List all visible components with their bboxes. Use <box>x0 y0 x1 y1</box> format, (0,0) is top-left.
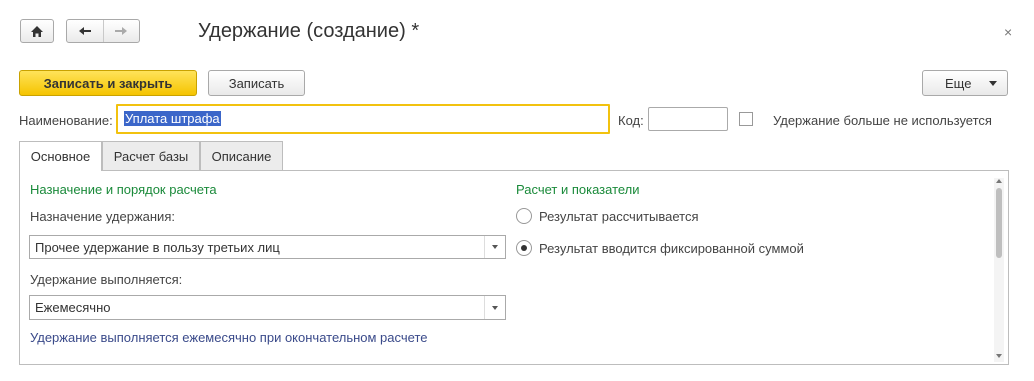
scroll-down-arrow[interactable] <box>996 354 1002 358</box>
arrow-left-icon <box>78 27 91 35</box>
save-button[interactable]: Записать <box>208 70 305 96</box>
name-input[interactable]: Уплата штрафа <box>116 104 610 134</box>
tab-description-label: Описание <box>211 148 272 164</box>
tab-description[interactable]: Описание <box>200 141 283 170</box>
tab-base-calculation[interactable]: Расчет базы <box>102 141 200 170</box>
chevron-down-icon <box>989 80 997 86</box>
radio-option-calculated[interactable]: Результат рассчитывается <box>516 208 699 224</box>
purpose-value: Прочее удержание в пользу третьих лиц <box>35 239 280 255</box>
period-value: Ежемесячно <box>35 300 111 315</box>
purpose-select[interactable]: Прочее удержание в пользу третьих лиц <box>29 235 506 259</box>
right-section-title: Расчет и показатели <box>516 182 640 197</box>
tab-main[interactable]: Основное <box>19 141 102 171</box>
scrollbar-thumb[interactable] <box>996 188 1002 258</box>
code-input[interactable] <box>648 107 728 131</box>
name-value: Уплата штрафа <box>124 111 221 126</box>
more-button[interactable]: Еще <box>922 70 1008 96</box>
info-text: Удержание выполняется ежемесячно при око… <box>30 330 428 345</box>
window-title: Удержание (создание) * <box>198 20 420 42</box>
nav-group <box>66 19 140 43</box>
arrow-right-icon <box>115 27 128 35</box>
radio-button[interactable] <box>516 240 532 256</box>
home-icon <box>31 25 43 37</box>
period-dropdown-button[interactable] <box>484 296 505 319</box>
unused-checkbox[interactable] <box>739 112 753 126</box>
purpose-label: Назначение удержания: <box>30 209 175 224</box>
tab-base-calculation-label: Расчет базы <box>113 148 189 164</box>
period-select[interactable]: Ежемесячно <box>29 295 506 320</box>
more-label: Еще <box>945 75 972 91</box>
radio-selected-dot <box>521 245 527 251</box>
code-label: Код: <box>618 113 644 128</box>
purpose-dropdown-button[interactable] <box>484 236 505 258</box>
chevron-down-icon <box>492 245 498 249</box>
home-button[interactable] <box>20 19 54 43</box>
name-label: Наименование: <box>19 113 113 128</box>
radio-button[interactable] <box>516 208 532 224</box>
period-label: Удержание выполняется: <box>30 272 183 287</box>
unused-label: Удержание больше не используется <box>773 113 992 128</box>
left-section-title: Назначение и порядок расчета <box>30 182 217 197</box>
radio-option-fixed[interactable]: Результат вводится фиксированной суммой <box>516 240 804 256</box>
tab-main-label: Основное <box>30 149 91 164</box>
close-icon[interactable]: × <box>1004 24 1012 40</box>
forward-button[interactable] <box>104 20 140 42</box>
radio-label: Результат рассчитывается <box>539 208 699 224</box>
scroll-up-arrow[interactable] <box>996 179 1002 183</box>
save-and-close-button[interactable]: Записать и закрыть <box>19 70 197 96</box>
back-button[interactable] <box>67 20 104 42</box>
radio-label: Результат вводится фиксированной суммой <box>539 240 804 256</box>
chevron-down-icon <box>492 305 498 310</box>
